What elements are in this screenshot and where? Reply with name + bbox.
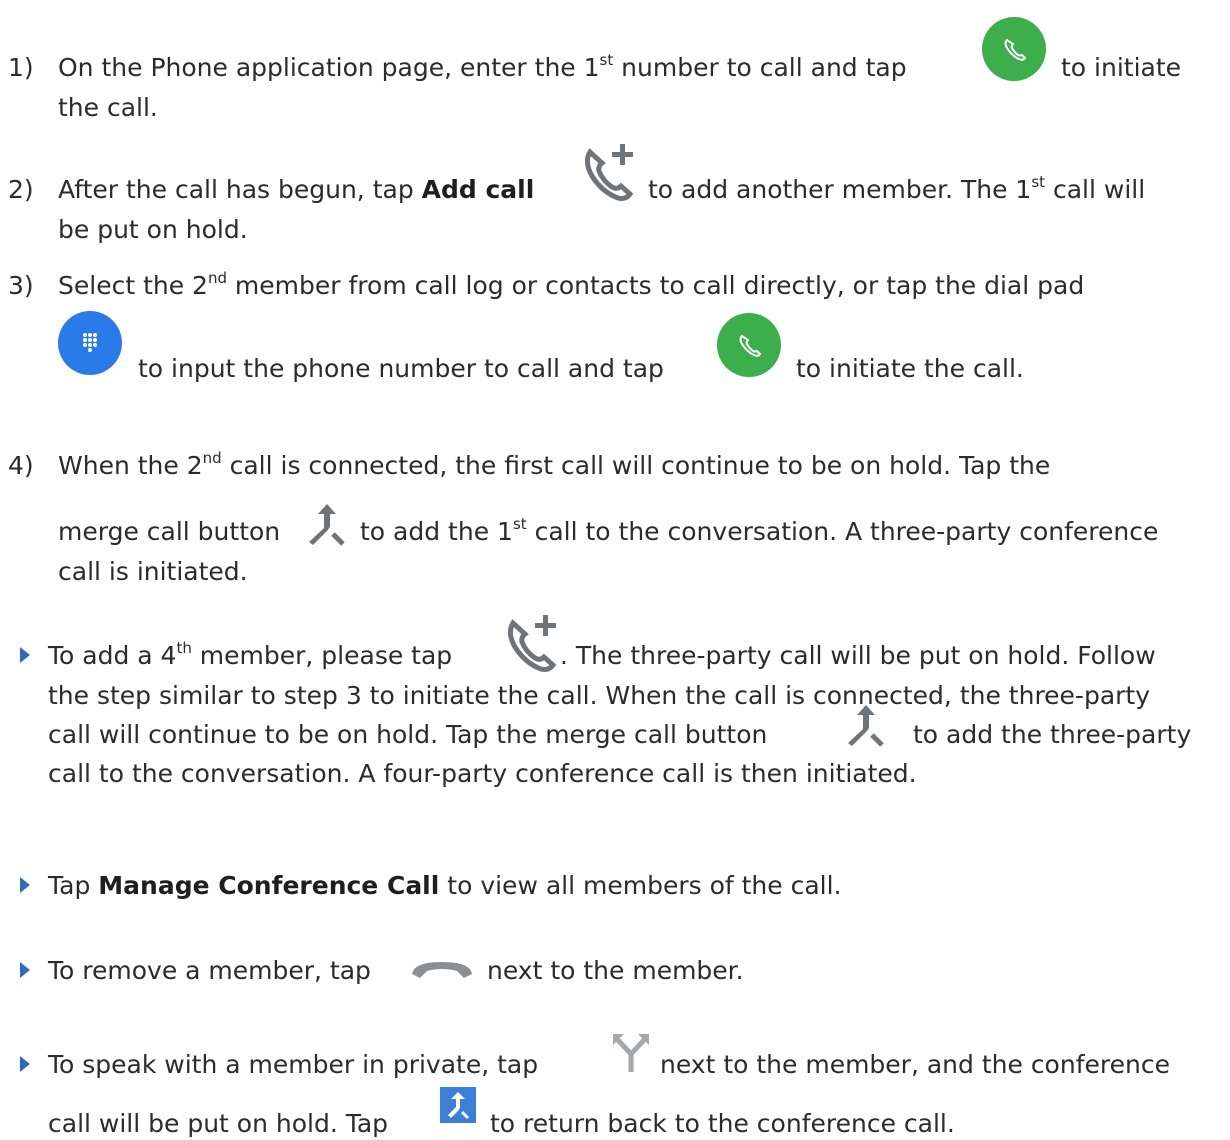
step-text-mid: to add another member. The 1st call will: [648, 173, 1146, 205]
return-merge-icon: [440, 1087, 476, 1123]
step-number: 4): [8, 451, 34, 480]
step-text: When the 2nd call is connected, the firs…: [58, 449, 1051, 481]
bullet-text-continued: call to the conversation. A four-party c…: [48, 759, 917, 788]
phone-call-icon: [717, 313, 781, 377]
bullet-text: Tap Manage Conference Call to view all m…: [48, 871, 842, 900]
bullet-text-mid: . The three-party call will be put on ho…: [560, 641, 1156, 670]
bullet-text-continued: the step similar to step 3 to initiate t…: [48, 681, 1151, 710]
step-text-continued: merge call button: [58, 517, 281, 546]
add-call-icon: [584, 144, 634, 201]
bullet-text-mid: next to the member, and the conference: [660, 1050, 1170, 1079]
merge-call-icon: [309, 504, 345, 546]
bullet-arrow-icon: [20, 647, 30, 663]
bullet-text: To speak with a member in private, tap: [48, 1050, 539, 1079]
merge-call-icon: [848, 705, 884, 747]
add-call-icon: [507, 615, 557, 672]
bullet-arrow-icon: [20, 1056, 30, 1072]
step-text-end: to initiate the call.: [796, 354, 1024, 383]
bullet-text-end: to return back to the conference call.: [490, 1109, 955, 1138]
step-text: On the Phone application page, enter the…: [58, 51, 907, 83]
step-text-continued: call is initiated.: [58, 557, 248, 586]
step-text-continued: to input the phone number to call and ta…: [138, 354, 664, 383]
hang-up-icon: [412, 962, 472, 978]
bullet-text: To remove a member, tap: [48, 956, 371, 985]
step-text-end: to initiate: [1061, 53, 1182, 82]
step-text-continued: be put on hold.: [58, 215, 248, 244]
step-number: 3): [8, 271, 34, 300]
bullet-text: To add a 4th member, please tap: [48, 639, 453, 671]
step-text-continued: the call.: [58, 93, 158, 122]
bullet-text-end: next to the member.: [487, 956, 744, 985]
bullet-text-continued: call will continue to be on hold. Tap th…: [48, 720, 768, 749]
split-call-icon: [613, 1034, 649, 1072]
bullet-text-mid: to add the three-party: [913, 720, 1192, 749]
dialpad-icon: [58, 311, 122, 375]
step-text: Select the 2nd member from call log or c…: [58, 269, 1085, 301]
phone-call-icon: [982, 17, 1046, 81]
bullet-arrow-icon: [20, 962, 30, 978]
step-number: 1): [8, 53, 34, 82]
bullet-arrow-icon: [20, 877, 30, 893]
step-text: After the call has begun, tap Add call: [58, 175, 535, 204]
step-number: 2): [8, 175, 34, 204]
bullet-text-continued: call will be put on hold. Tap: [48, 1109, 389, 1138]
step-text-mid: to add the 1st call to the conversation.…: [360, 515, 1159, 547]
